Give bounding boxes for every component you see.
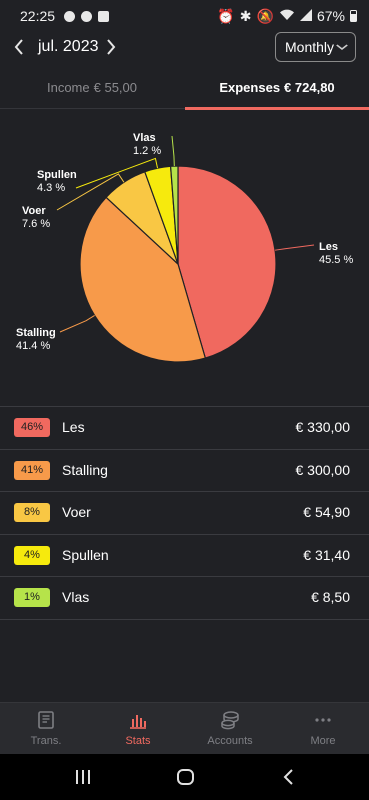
pie-label-voer-percent: 7.6 % [22, 218, 51, 230]
nav-trans-label: Trans. [30, 735, 62, 747]
category-row-spullen[interactable]: 4% Spullen € 31,40 [0, 535, 369, 577]
app-notification-icon [64, 10, 76, 22]
category-name: Les [62, 419, 85, 435]
tab-expenses-label: Expenses [219, 80, 281, 95]
category-amount: € 8,50 [311, 589, 350, 605]
pie-label-les: Les 45.5 % [319, 241, 353, 267]
pie-label-vlas-name: Vlas [133, 132, 156, 144]
pie-label-stalling-name: Stalling [16, 327, 56, 339]
nav-accounts[interactable]: Accounts [184, 703, 276, 755]
period-select-value: Monthly [285, 39, 335, 55]
pie-label-voer: Voer 7.6 % [22, 205, 50, 231]
nav-trans[interactable]: Trans. [0, 703, 92, 755]
category-row-les[interactable]: 46% Les € 330,00 [0, 407, 369, 450]
messaging-notification-icon [81, 10, 93, 22]
alarm-icon: ⏰ [217, 7, 235, 24]
tab-income-amount: € 55,00 [93, 80, 137, 95]
nav-more-label: More [310, 735, 336, 747]
nav-accounts-label: Accounts [207, 735, 253, 747]
checkbox-notification-icon [98, 10, 110, 22]
bottom-nav: Trans. Stats Accounts More [0, 702, 369, 754]
category-name: Spullen [62, 546, 109, 563]
more-dots-icon [315, 718, 331, 722]
category-name: Voer [62, 504, 91, 520]
wifi-icon [279, 8, 295, 24]
pie-label-stalling-percent: 41.4 % [16, 340, 51, 352]
category-amount: € 54,90 [303, 504, 350, 520]
nav-stats[interactable]: Stats [92, 703, 184, 755]
type-tabs: Income € 55,00 Expenses € 724,80 [0, 72, 369, 110]
period-select[interactable]: Monthly [275, 32, 356, 62]
bluetooth-icon: ✱ [239, 7, 252, 24]
back-button[interactable] [280, 767, 298, 787]
tab-income-label: Income [46, 80, 90, 95]
tab-income[interactable]: Income € 55,00 [0, 72, 184, 109]
nav-stats-label: Stats [125, 735, 151, 747]
pie-label-vlas-percent: 1.2 % [133, 145, 162, 157]
percent-badge: 8% [14, 503, 50, 522]
bar-chart-icon [130, 715, 146, 729]
percent-badge: 41% [14, 460, 50, 480]
category-amount: € 330,00 [295, 419, 351, 435]
pie-label-spullen-name: Spullen [37, 169, 77, 181]
category-row-voer[interactable]: 8% Voer € 54,90 [0, 492, 369, 535]
category-list: 46% Les € 330,00 41% Stalling € 300,00 8… [0, 406, 369, 620]
battery-icon [350, 10, 357, 22]
recent-apps-button[interactable] [74, 767, 92, 787]
category-row-vlas[interactable]: 1% Vlas € 8,50 [0, 577, 369, 620]
chevron-right-icon [107, 39, 116, 55]
percent-badge: 4% [14, 545, 50, 565]
previous-month-button[interactable] [8, 35, 30, 59]
pie-leader-line-stalling [59, 315, 95, 333]
nav-more[interactable]: More [277, 703, 369, 755]
percent-badge: 46% [14, 418, 50, 437]
pie-label-spullen: Spullen 4.3 % [37, 169, 77, 195]
home-button[interactable] [176, 767, 196, 787]
category-name: Stalling [62, 461, 108, 478]
percent-badge: 1% [14, 588, 50, 607]
pie-leader-line-les [274, 244, 315, 251]
pie-label-les-percent: 45.5 % [319, 254, 354, 266]
book-icon [38, 711, 54, 729]
coins-icon [221, 711, 239, 730]
category-row-stalling[interactable]: 41% Stalling € 300,00 [0, 450, 369, 492]
category-name: Vlas [62, 589, 90, 605]
pie-chart: Les 45.5 % Stalling 41.4 % Voer 7.6 % Sp… [0, 110, 369, 395]
category-amount: € 31,40 [303, 546, 350, 563]
signal-icon [299, 8, 312, 24]
chevron-down-icon [336, 44, 348, 50]
next-month-button[interactable] [100, 35, 122, 59]
pie-label-vlas: Vlas 1.2 % [133, 132, 161, 158]
month-label: jul. 2023 [38, 38, 99, 55]
system-nav-bar [0, 754, 369, 800]
pie-label-stalling: Stalling 41.4 % [16, 327, 56, 353]
pie-label-voer-name: Voer [22, 205, 46, 217]
status-time: 22:25 [20, 8, 56, 24]
category-amount: € 300,00 [295, 461, 351, 478]
status-bar: 22:25 ⏰ ✱ 🔕 67% [0, 0, 369, 32]
mute-icon: 🔕 [256, 7, 274, 24]
battery-percent: 67% [316, 8, 345, 24]
tab-expenses-amount: € 724,80 [284, 80, 335, 95]
header: jul. 2023 Monthly [0, 32, 369, 64]
pie-label-les-name: Les [319, 241, 338, 253]
pie-leader-line-vlas [171, 135, 175, 167]
chevron-left-icon [14, 39, 23, 55]
pie-label-spullen-percent: 4.3 % [37, 182, 66, 194]
tab-expenses[interactable]: Expenses € 724,80 [185, 72, 369, 110]
